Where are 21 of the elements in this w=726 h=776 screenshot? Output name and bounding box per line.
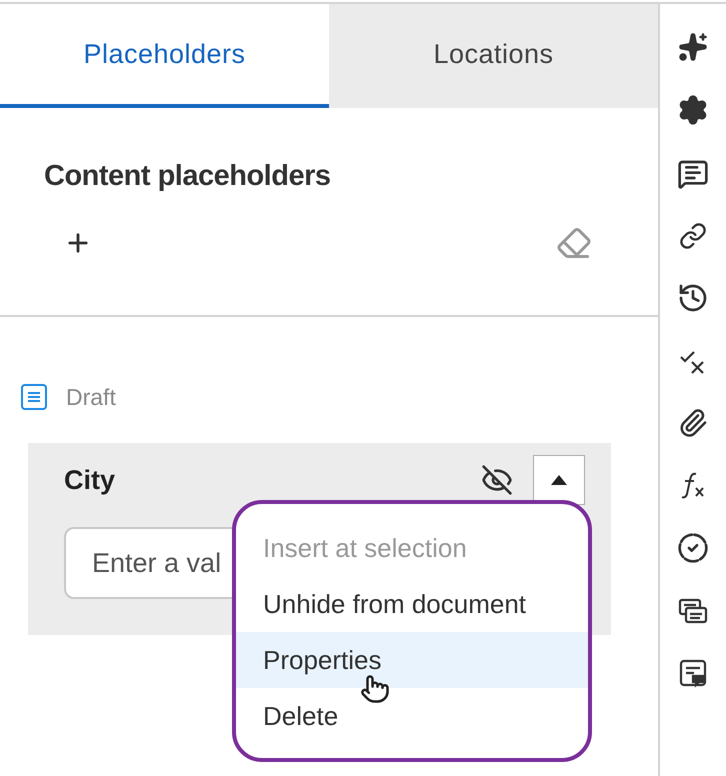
group-label: Draft <box>66 384 116 410</box>
tab[interactable]: Locations <box>329 4 658 108</box>
paperclip-icon[interactable] <box>678 408 708 438</box>
check-circle-icon[interactable] <box>677 532 709 564</box>
hand-cursor-icon <box>360 674 390 704</box>
history-icon[interactable] <box>677 282 709 314</box>
cards-icon[interactable] <box>678 596 708 626</box>
comment-icon[interactable] <box>677 158 709 190</box>
menu-toggle-button[interactable] <box>533 455 585 505</box>
comment-document-icon[interactable] <box>678 658 708 688</box>
placeholder-label: City <box>64 464 116 496</box>
eye-off-icon[interactable] <box>481 464 513 496</box>
menu-item[interactable]: Delete <box>236 688 588 744</box>
eraser-icon[interactable] <box>556 225 592 261</box>
section-title: Content placeholders <box>44 160 332 193</box>
caret-icon <box>551 475 567 485</box>
sparkle-icon[interactable] <box>678 32 708 62</box>
menu-item[interactable]: Properties <box>236 632 588 688</box>
document-icon <box>20 383 48 411</box>
link-icon[interactable] <box>679 222 707 250</box>
menu-item[interactable]: Unhide from document <box>236 576 588 632</box>
